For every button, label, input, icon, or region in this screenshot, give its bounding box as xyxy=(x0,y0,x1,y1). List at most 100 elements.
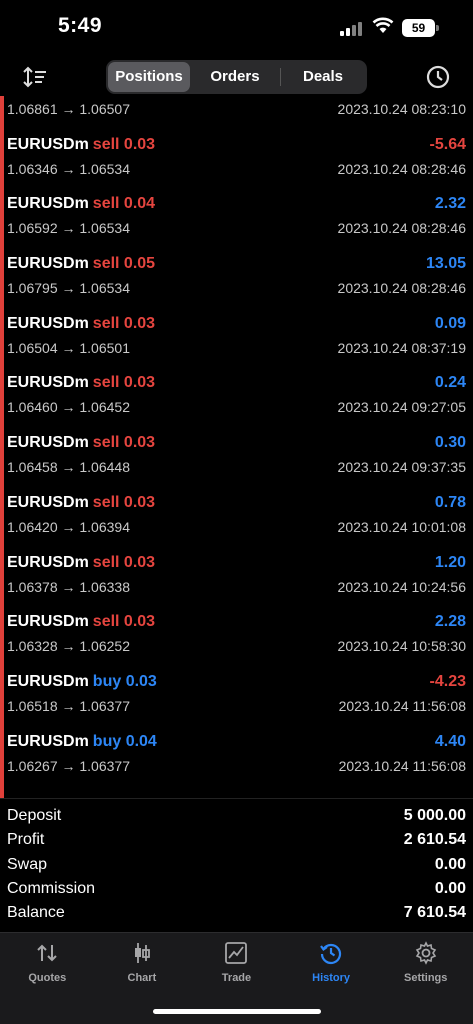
deal-symbol-name: EURUSDm xyxy=(7,613,89,631)
deal-symbol-name: EURUSDm xyxy=(7,135,89,153)
summary-deposit: Deposit 5 000.00 xyxy=(7,807,466,831)
deal-row[interactable]: EURUSDm buy 0.03 1.06518 → 1.06377 -4.23 202… xyxy=(0,659,473,719)
deal-type: sell 0.03 xyxy=(92,553,156,571)
deal-row[interactable]: EURUSDm sell 0.03 1.06458 → 1.06448 0.30 202… xyxy=(0,420,473,480)
deal-row[interactable]: EURUSDm sell 0.04 1.06592 → 1.06534 2.32 202… xyxy=(0,181,473,241)
tabbar-quotes[interactable]: Quotes xyxy=(0,933,95,993)
deal-symbol-name: EURUSDm xyxy=(7,434,89,452)
deal-type: sell 0.03 xyxy=(92,314,156,332)
deal-price: 1.06592 → 1.06534 xyxy=(7,220,130,237)
deal-row[interactable]: EURUSDm buy 0.04 1.06267 → 1.06377 4.40 2023… xyxy=(0,719,473,779)
deal-price: 1.06267 → 1.06377 xyxy=(7,757,130,774)
deal-date: 2023.10.24 08:23:10 xyxy=(337,101,466,117)
deal-symbol: EURUSDm buy 0.04 xyxy=(7,733,157,751)
summary-profit: Profit 2 610.54 xyxy=(7,831,466,855)
deal-profit: 0.78 xyxy=(434,493,466,511)
deal-type: sell 0.03 xyxy=(92,434,156,452)
sort-button[interactable] xyxy=(20,64,50,90)
deal-price: 1.06861 → 1.06507 xyxy=(7,101,130,117)
summary-balance: Balance 7 610.54 xyxy=(7,904,466,928)
deal-symbol-name: EURUSDm xyxy=(7,374,89,392)
deal-symbol: EURUSDm buy 0.03 xyxy=(7,673,157,691)
deal-symbol: EURUSDm sell 0.05 xyxy=(7,255,155,273)
deal-profit: 4.40 xyxy=(434,732,466,750)
status-time: 5:49 xyxy=(58,14,103,37)
summary-label: Balance xyxy=(7,904,65,921)
deal-type: sell 0.05 xyxy=(92,255,156,273)
deal-symbol-name: EURUSDm xyxy=(7,314,89,332)
deal-price: 1.06458 → 1.06448 xyxy=(7,459,130,476)
summary-value: 5 000.00 xyxy=(403,807,466,824)
deal-date: 2023.10.24 10:24:56 xyxy=(337,578,466,595)
summary-label: Commission xyxy=(7,880,96,897)
deal-symbol-name: EURUSDm xyxy=(7,732,89,750)
deal-type: sell 0.03 xyxy=(92,135,156,153)
deal-row[interactable]: EURUSDm sell 0.03 1.06378 → 1.06338 1.20 202… xyxy=(0,540,473,600)
deal-price: 1.06460 → 1.06452 xyxy=(7,399,130,416)
deal-row[interactable]: EURUSDm sell 0.03 1.06420 → 1.06394 0.78 202… xyxy=(0,480,473,540)
tabbar-label: Settings xyxy=(403,972,448,984)
clock-icon xyxy=(426,65,450,89)
deal-symbol: EURUSDm sell 0.03 xyxy=(7,554,155,572)
tabbar-chart[interactable]: Chart xyxy=(95,933,190,993)
tab-orders[interactable]: Orders xyxy=(190,62,280,92)
history-icon xyxy=(320,943,342,965)
tabbar-label: Quotes xyxy=(28,972,67,984)
summary-label: Deposit xyxy=(7,807,62,824)
deal-type: buy 0.03 xyxy=(92,672,157,690)
deal-row[interactable]: EURUSDm sell 0.05 1.06795 → 1.06534 13.05 20… xyxy=(0,241,473,301)
deal-symbol: EURUSDm sell 0.03 xyxy=(7,136,155,154)
deal-row[interactable]: EURUSDm sell 0.03 1.06328 → 1.06252 2.28 202… xyxy=(0,599,473,659)
summary-commission: Commission 0.00 xyxy=(7,880,466,904)
chart-icon xyxy=(134,943,150,963)
deal-row[interactable]: EURUSDm sell 0.03 1.06460 → 1.06452 0.24 202… xyxy=(0,360,473,420)
tabbar-trade[interactable]: Trade xyxy=(189,933,284,993)
deal-type: sell 0.03 xyxy=(92,374,156,392)
summary-value: 7 610.54 xyxy=(403,904,466,921)
deal-symbol-name: EURUSDm xyxy=(7,493,89,511)
deal-date: 2023.10.24 09:27:05 xyxy=(337,399,466,416)
deal-date: 2023.10.24 11:56:08 xyxy=(338,757,466,774)
deal-profit: -4.23 xyxy=(429,672,466,690)
deal-date: 2023.10.24 11:56:08 xyxy=(338,697,466,714)
deals-list[interactable]: EURUSDmsell 0.081.06861 → 1.0650728.3220… xyxy=(0,96,473,798)
deal-symbol-name: EURUSDm xyxy=(7,255,89,273)
cellular-signal-icon xyxy=(340,22,362,36)
deal-row[interactable]: EURUSDm sell 0.03 1.06504 → 1.06501 0.09 202… xyxy=(0,301,473,361)
status-bar: 5:49 59 xyxy=(0,0,473,58)
summary-label: Swap xyxy=(7,856,48,873)
history-period-button[interactable] xyxy=(425,64,451,90)
home-indicator[interactable] xyxy=(153,1009,321,1014)
tab-positions[interactable]: Positions xyxy=(108,62,190,92)
deal-row[interactable]: EURUSDm sell 0.03 1.06346 → 1.06534 -5.64 20… xyxy=(0,122,473,182)
deal-type: sell 0.03 xyxy=(92,613,156,631)
deal-symbol-name: EURUSDm xyxy=(7,672,89,690)
deal-price: 1.06346 → 1.06534 xyxy=(7,160,130,177)
tabbar-settings[interactable]: Settings xyxy=(378,933,473,993)
deal-date: 2023.10.24 08:28:46 xyxy=(337,220,466,237)
deal-profit: 0.30 xyxy=(434,434,466,452)
deal-type: buy 0.04 xyxy=(92,732,157,750)
view-segmented-control: Positions Orders Deals xyxy=(106,60,367,94)
deal-symbol: EURUSDm sell 0.03 xyxy=(7,434,155,452)
deal-price: 1.06328 → 1.06252 xyxy=(7,638,130,655)
deal-profit: 2.32 xyxy=(434,195,466,213)
deal-profit: -5.64 xyxy=(429,135,466,153)
trade-icon xyxy=(225,942,248,964)
deal-price: 1.06504 → 1.06501 xyxy=(7,339,130,356)
sort-icon xyxy=(23,66,46,88)
quotes-icon xyxy=(37,944,58,962)
deal-symbol-name: EURUSDm xyxy=(7,553,89,571)
tabbar-label: Chart xyxy=(127,972,157,984)
deal-profit: 0.09 xyxy=(434,314,466,332)
deal-type: sell 0.04 xyxy=(92,195,156,213)
tabbar-label: History xyxy=(312,972,351,984)
tab-deals[interactable]: Deals xyxy=(281,62,365,92)
deals-list-content: EURUSDmsell 0.081.06861 → 1.0650728.3220… xyxy=(0,96,473,778)
deal-row[interactable]: EURUSDmsell 0.081.06861 → 1.0650728.3220… xyxy=(0,96,473,122)
deal-price: 1.06378 → 1.06338 xyxy=(7,578,130,595)
deal-date: 2023.10.24 08:28:46 xyxy=(337,280,466,297)
tabbar-history[interactable]: History xyxy=(284,933,379,993)
battery-icon: 59 xyxy=(402,19,435,37)
summary-value: 0.00 xyxy=(434,880,466,897)
